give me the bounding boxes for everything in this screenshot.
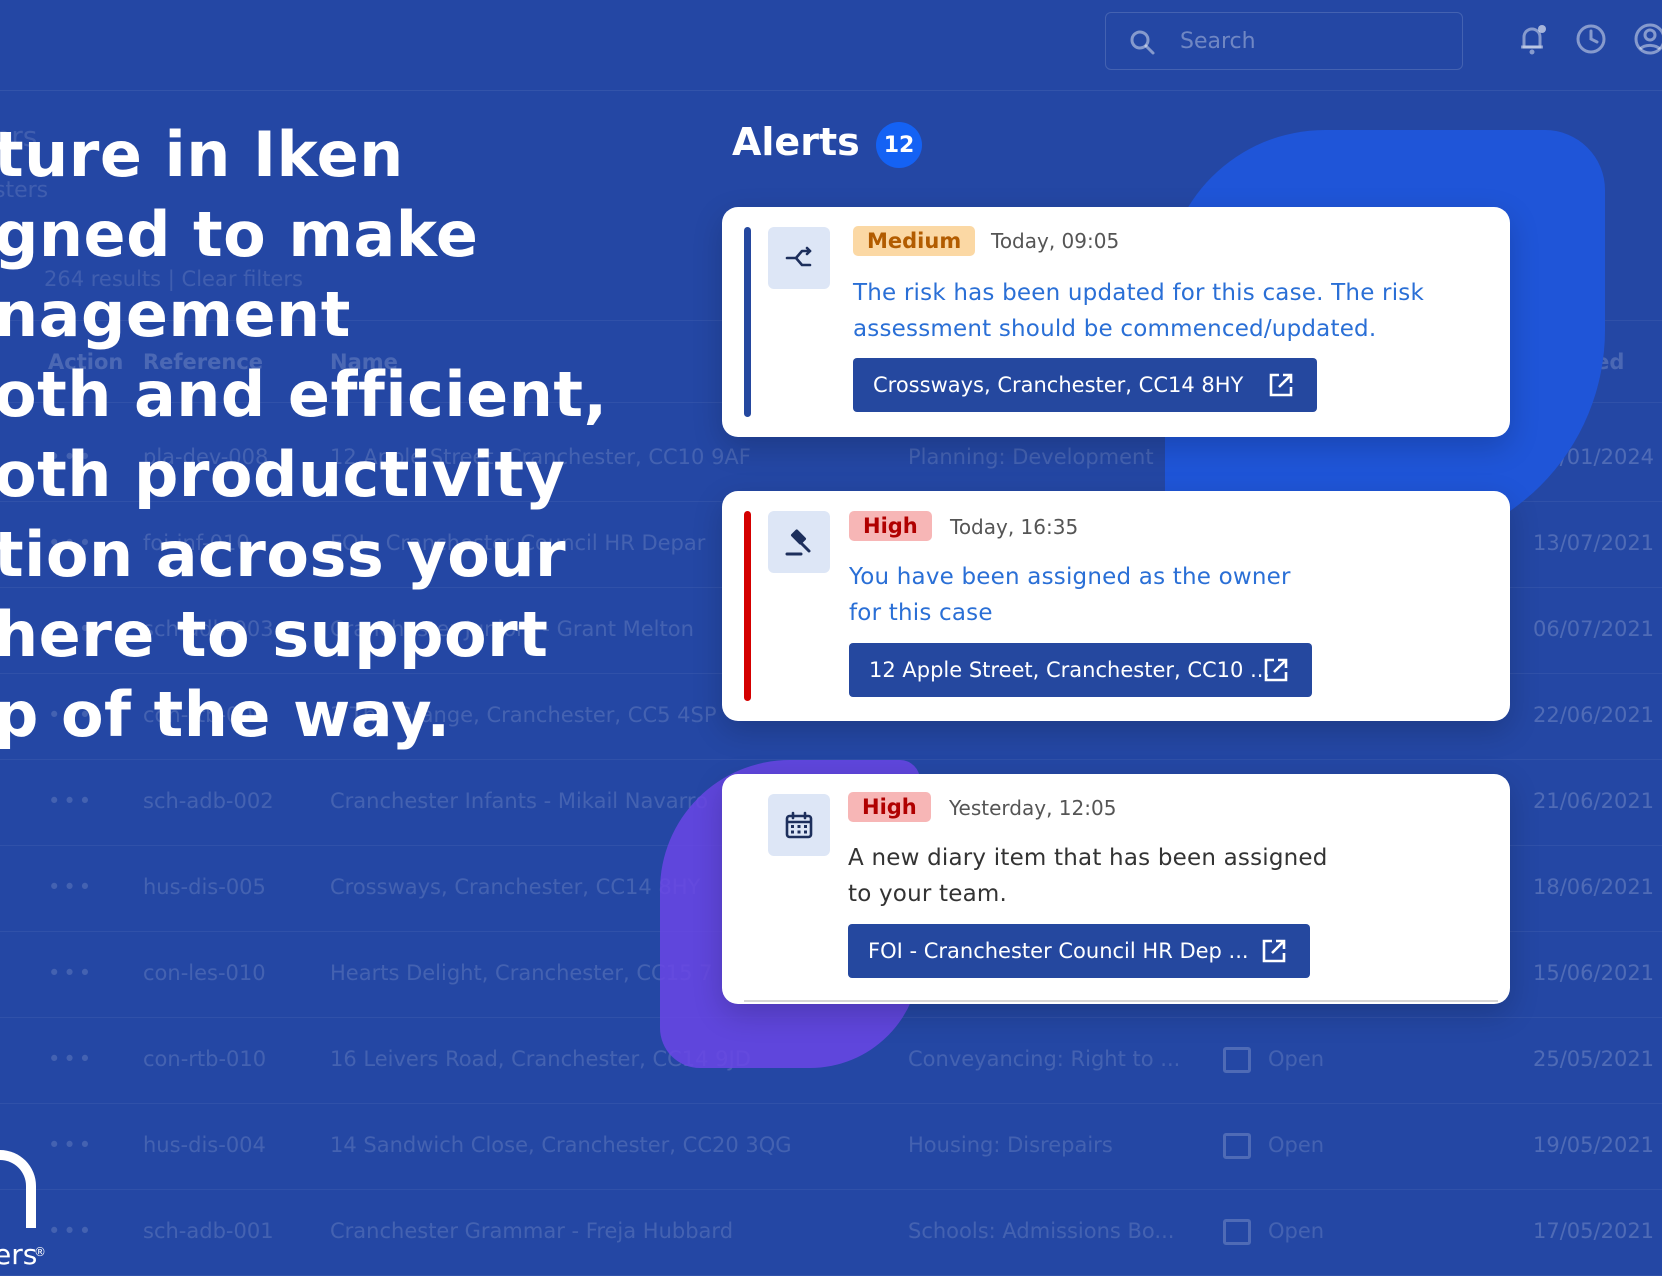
case-button-label: FOI - Cranchester Council HR Dep ... xyxy=(868,939,1249,963)
alert-card[interactable]: High Today, 16:35 You have been assigned… xyxy=(722,491,1510,721)
alert-message: You have been assigned as the owner for … xyxy=(849,559,1291,631)
external-link-icon xyxy=(1262,939,1286,963)
calendar-icon xyxy=(785,811,813,839)
unlock-icon xyxy=(1223,1219,1251,1245)
row-opened-date: 19/05/2021 xyxy=(1533,1133,1655,1157)
row-reference: sch-adb-001 xyxy=(143,1219,274,1243)
alert-icon-tile xyxy=(768,511,830,573)
row-opened-date: 18/06/2021 xyxy=(1533,875,1655,899)
row-name: Crossways, Cranchester, CC14 8HY xyxy=(330,875,701,899)
case-button-label: Crossways, Cranchester, CC14 8HY xyxy=(873,373,1244,397)
alerts-title: Alerts xyxy=(732,120,860,164)
row-opened-date: 21/06/2021 xyxy=(1533,789,1655,813)
alert-card[interactable]: Medium Today, 09:05 The risk has been up… xyxy=(722,207,1510,437)
row-name: Hearts Delight, Cranchester, CC15 7 xyxy=(330,961,713,985)
headline-line: nagement xyxy=(0,278,351,351)
row-name: 14 Sandwich Close, Cranchester, CC20 3QG xyxy=(330,1133,792,1157)
search-input[interactable]: Search xyxy=(1105,12,1463,70)
gavel-icon xyxy=(785,529,811,556)
row-reference: con-rtb-010 xyxy=(143,1047,267,1071)
row-actions-icon[interactable]: ••• xyxy=(48,1047,94,1071)
row-case-type: Planning: Development xyxy=(908,445,1154,469)
external-link-icon xyxy=(1269,373,1293,397)
row-case-type: Conveyancing: Right to ... xyxy=(908,1047,1181,1071)
row-actions-icon[interactable]: ••• xyxy=(48,961,94,985)
search-icon xyxy=(1130,30,1155,55)
row-status: Open xyxy=(1268,1047,1325,1071)
row-actions-icon[interactable]: ••• xyxy=(48,875,94,899)
alert-time: Today, 09:05 xyxy=(991,229,1120,253)
row-opened-date: 06/07/2021 xyxy=(1533,617,1655,641)
alert-message-line: The risk has been updated for this case.… xyxy=(853,280,1424,306)
alert-message-line: You have been assigned as the owner xyxy=(849,564,1291,590)
table-row[interactable]: ••• hus-dis-004 14 Sandwich Close, Cranche… xyxy=(0,1103,1662,1189)
severity-badge: High xyxy=(848,792,931,822)
alert-message: A new diary item that has been assigned … xyxy=(848,840,1328,912)
logo-text: ers xyxy=(0,1238,38,1271)
headline-line: p of the way. xyxy=(0,678,451,751)
headline-line: tion across your xyxy=(0,518,567,591)
headline-line: ture in Iken xyxy=(0,118,404,191)
alert-message-line: for this case xyxy=(849,600,993,626)
logo-registered-mark: ® xyxy=(34,1245,46,1259)
row-opened-date: 22/06/2021 xyxy=(1533,703,1655,727)
row-reference: con-les-010 xyxy=(143,961,266,985)
headline-line: gned to make xyxy=(0,198,479,271)
severity-bar xyxy=(744,511,751,701)
row-opened-date: 17/05/2021 xyxy=(1533,1219,1655,1243)
row-status: Open xyxy=(1268,1219,1325,1243)
alert-message: The risk has been updated for this case.… xyxy=(853,275,1424,347)
row-reference: hus-dis-005 xyxy=(143,875,266,899)
row-actions-icon[interactable]: ••• xyxy=(48,1133,94,1157)
search-placeholder: Search xyxy=(1180,29,1256,54)
bell-icon[interactable] xyxy=(1515,22,1549,56)
row-case-type: Schools: Admissions Bo... xyxy=(908,1219,1175,1243)
row-status: Open xyxy=(1268,1133,1325,1157)
row-opened-date: 13/07/2021 xyxy=(1533,531,1655,555)
row-opened-date: 25/05/2021 xyxy=(1533,1047,1655,1071)
row-reference: sch-adb-002 xyxy=(143,789,274,813)
alert-time: Today, 16:35 xyxy=(950,515,1079,539)
headline-line: here to support xyxy=(0,598,549,671)
severity-badge: High xyxy=(849,511,932,541)
headline-line: oth productivity xyxy=(0,438,566,511)
row-actions-icon[interactable]: ••• xyxy=(48,789,94,813)
row-reference: hus-dis-004 xyxy=(143,1133,266,1157)
alert-message-line: A new diary item that has been assigned xyxy=(848,845,1328,871)
open-case-button[interactable]: 12 Apple Street, Cranchester, CC10 ... xyxy=(849,643,1312,697)
user-icon[interactable] xyxy=(1633,22,1662,56)
alert-card[interactable]: High Yesterday, 12:05 A new diary item t… xyxy=(722,774,1510,1004)
alert-message-line: to your team. xyxy=(848,881,1008,907)
alerts-count-badge: 12 xyxy=(876,122,922,168)
case-button-label: 12 Apple Street, Cranchester, CC10 ... xyxy=(869,658,1271,682)
row-name: Cranchester Grammar - Freja Hubbard xyxy=(330,1219,734,1243)
headline-line: oth and efficient, xyxy=(0,358,608,431)
open-case-button[interactable]: Crossways, Cranchester, CC14 8HY xyxy=(853,358,1317,412)
branch-icon xyxy=(785,246,812,267)
marketing-headline: ture in Iken gned to make nagement oth a… xyxy=(0,115,608,755)
row-case-type: Housing: Disrepairs xyxy=(908,1133,1113,1157)
alert-time: Yesterday, 12:05 xyxy=(949,796,1117,820)
unlock-icon xyxy=(1223,1133,1251,1159)
card-divider xyxy=(744,1000,1498,1002)
open-case-button[interactable]: FOI - Cranchester Council HR Dep ... xyxy=(848,924,1310,978)
alert-icon-tile xyxy=(768,227,830,289)
unlock-icon xyxy=(1223,1047,1251,1073)
severity-badge: Medium xyxy=(853,226,976,256)
clock-icon[interactable] xyxy=(1574,22,1608,56)
alert-message-line: assessment should be commenced/updated. xyxy=(853,316,1377,342)
alert-icon-tile xyxy=(768,794,830,856)
row-opened-date: 15/06/2021 xyxy=(1533,961,1655,985)
severity-bar xyxy=(744,227,751,417)
external-link-icon xyxy=(1264,658,1288,682)
row-actions-icon[interactable]: ••• xyxy=(48,1219,94,1243)
row-name: Cranchester Infants - Mikail Navarro xyxy=(330,789,708,813)
table-row[interactable]: ••• sch-adb-001 Cranchester Grammar - Frej… xyxy=(0,1189,1662,1275)
